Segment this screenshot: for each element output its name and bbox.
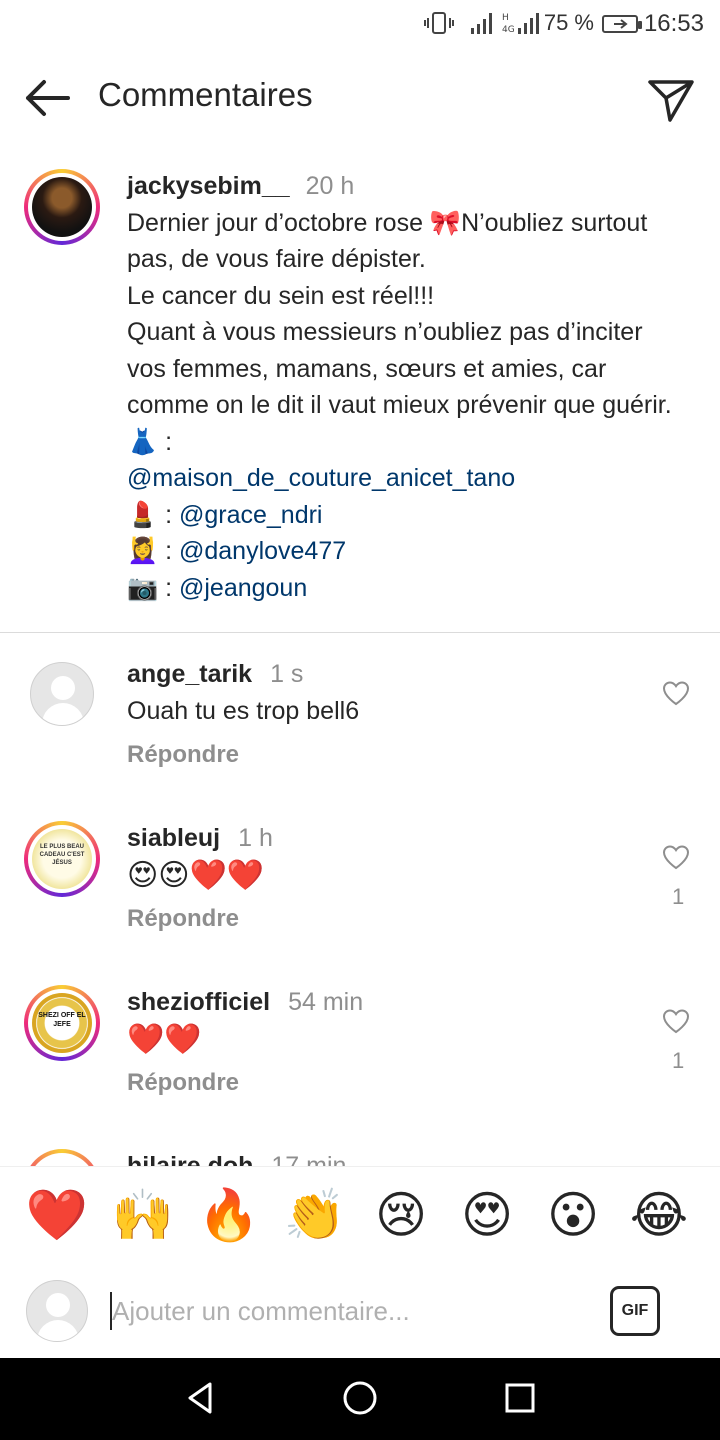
caption-text: Dernier jour d’octobre rose 🎀N’oubliez s… <box>127 207 672 602</box>
heart-eyes-emoji-button[interactable]: 😍 <box>455 1183 519 1247</box>
mention-link[interactable]: @maison_de_couture_anicet_tano <box>127 464 515 492</box>
caption-time: 20 h <box>305 172 355 200</box>
like-count: 1 <box>672 1048 685 1073</box>
comment-time: 17 min <box>271 1152 347 1166</box>
status-bar: H 4G 75 % 16:53 <box>0 0 720 52</box>
page-title: Commentaires <box>98 76 313 113</box>
reply-button[interactable]: Répondre <box>127 1069 239 1097</box>
clap-emoji-button[interactable]: 👏 <box>283 1183 347 1247</box>
send-icon[interactable] <box>646 74 696 124</box>
heart-outline-icon[interactable] <box>662 1008 690 1034</box>
list-item: LE PLUS BEAU CADEAU C'EST JÉSUS siableuj… <box>0 814 720 964</box>
avatar-text: LE PLUS BEAU CADEAU C'EST JÉSUS <box>39 844 85 866</box>
list-item: hilaire.doh 17 min <box>0 1142 720 1166</box>
comment-username[interactable]: sheziofficiel 54 min <box>127 988 363 1017</box>
comment-username[interactable]: ange_tarik 1 s <box>127 660 303 689</box>
fire-emoji-button[interactable]: 🔥 <box>197 1183 261 1247</box>
avatar[interactable]: LE PLUS BEAU CADEAU C'EST JÉSUS <box>32 829 92 889</box>
dress-emoji: 👗 <box>127 426 159 456</box>
battery-percent: 75 % <box>543 10 594 35</box>
svg-text:H: H <box>502 13 509 23</box>
heart-emoji-button[interactable]: ❤️ <box>25 1183 89 1247</box>
caption-username[interactable]: jackysebim__ <box>127 172 290 200</box>
avatar-text: SHEZI OFF EL JEFE <box>38 1012 86 1028</box>
mention-link[interactable]: @jeangoun <box>179 574 307 602</box>
lipstick-emoji: 💄 <box>127 499 159 529</box>
list-item: ange_tarik 1 s Ouah tu es trop bell6 Répo… <box>0 650 720 800</box>
avatar <box>26 1280 88 1342</box>
heart-outline-icon[interactable] <box>662 844 690 870</box>
app-header: Commentaires <box>0 52 720 142</box>
comment-time: 1 s <box>270 660 304 688</box>
comment-username[interactable]: hilaire.doh 17 min <box>127 1152 346 1166</box>
arrow-left-icon[interactable] <box>22 78 72 118</box>
comment-text: Ouah tu es trop bell6 <box>127 697 360 725</box>
raised-hands-emoji-button[interactable]: 🙌 <box>111 1183 175 1247</box>
signal-icon <box>471 13 492 34</box>
svg-text:4G: 4G <box>502 25 515 35</box>
status-time: 16:53 <box>643 10 704 37</box>
heart-outline-icon[interactable] <box>662 680 690 706</box>
surprised-emoji-button[interactable]: 😮 <box>541 1183 605 1247</box>
comment-time: 1 h <box>238 824 273 852</box>
like-count: 1 <box>672 884 685 909</box>
divider <box>0 632 720 633</box>
comment-time: 54 min <box>288 988 364 1016</box>
avatar[interactable] <box>30 662 94 726</box>
post-caption: jackysebim__ 20 h Dernier jour d’octobre … <box>127 168 687 606</box>
home-circle-icon[interactable] <box>342 1380 378 1416</box>
mention-link[interactable]: @grace_ndri <box>179 501 323 529</box>
comment-composer: Ajouter un commentaire... GIF <box>0 1262 720 1358</box>
comment-text: 😍😍❤️❤️ <box>127 858 265 893</box>
camera-emoji: 📷 <box>127 572 159 602</box>
comment-text: ❤️❤️ <box>127 1022 202 1057</box>
hairdresser-emoji: 💆‍♀️ <box>127 536 159 565</box>
reply-button[interactable]: Répondre <box>127 905 239 933</box>
comment-input[interactable]: Ajouter un commentaire... <box>112 1296 410 1327</box>
system-nav-bar <box>0 1358 720 1440</box>
mention-link[interactable]: @danylove477 <box>179 537 346 565</box>
vibrate-icon <box>424 12 454 34</box>
laughing-emoji-button[interactable]: 😂 <box>627 1183 691 1247</box>
avatar[interactable]: SHEZI OFF EL JEFE <box>32 993 92 1053</box>
avatar[interactable] <box>32 177 92 237</box>
signal-4g-icon: H 4G <box>502 13 539 35</box>
reply-button[interactable]: Répondre <box>127 741 239 769</box>
quick-emoji-bar: ❤️ 🙌 🔥 👏 😢 😍 😮 😂 <box>0 1166 720 1264</box>
ribbon-emoji: 🎀 <box>429 207 462 237</box>
back-triangle-icon[interactable] <box>182 1380 218 1416</box>
gif-button[interactable]: GIF <box>610 1286 660 1336</box>
list-item: SHEZI OFF EL JEFE sheziofficiel 54 min ❤️… <box>0 978 720 1128</box>
recents-square-icon[interactable] <box>502 1380 538 1416</box>
comment-username[interactable]: siableuj 1 h <box>127 824 273 853</box>
battery-charging-icon <box>602 15 642 33</box>
crying-emoji-button[interactable]: 😢 <box>369 1183 433 1247</box>
